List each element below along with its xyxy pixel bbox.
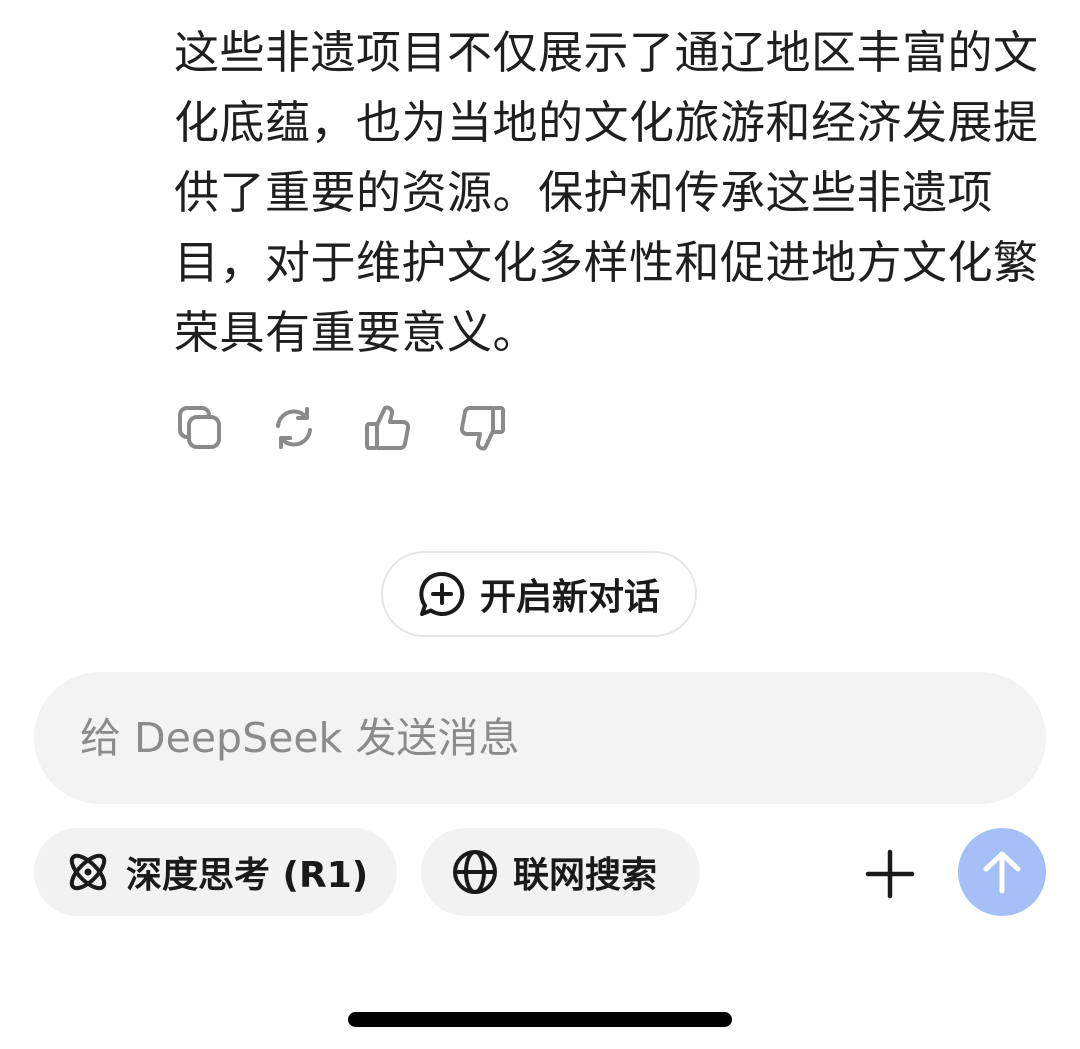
plus-icon [865, 849, 915, 899]
regenerate-button[interactable] [268, 402, 320, 454]
thumbs-up-icon [365, 405, 411, 450]
new-chat-label: 开启新对话 [479, 577, 660, 618]
web-search-toggle[interactable]: 联网搜索 [421, 828, 700, 916]
thumbs-down-icon [459, 406, 505, 451]
copy-button[interactable] [174, 402, 226, 454]
web-search-label: 联网搜索 [513, 855, 658, 896]
send-button[interactable] [958, 828, 1046, 916]
new-chat-button[interactable]: 开启新对话 [381, 551, 697, 637]
globe-icon [451, 848, 499, 896]
attach-button[interactable] [862, 846, 918, 902]
atom-icon [64, 848, 112, 896]
message-input[interactable] [34, 713, 982, 763]
like-button[interactable] [362, 402, 414, 454]
assistant-message: 这些非遗项目不仅展示了通辽地区丰富的文化底蕴，也为当地的文化旅游和经济发展提供了… [174, 26, 1039, 359]
message-actions [174, 400, 550, 456]
message-composer [34, 672, 1046, 804]
home-indicator [348, 1012, 732, 1027]
arrow-up-icon [983, 851, 1021, 894]
dislike-button[interactable] [456, 402, 508, 454]
refresh-icon [276, 407, 312, 449]
deep-think-label: 深度思考 (R1) [126, 855, 369, 896]
deep-think-toggle[interactable]: 深度思考 (R1) [34, 828, 397, 916]
copy-icon [178, 406, 221, 449]
chat-plus-icon [418, 570, 466, 618]
